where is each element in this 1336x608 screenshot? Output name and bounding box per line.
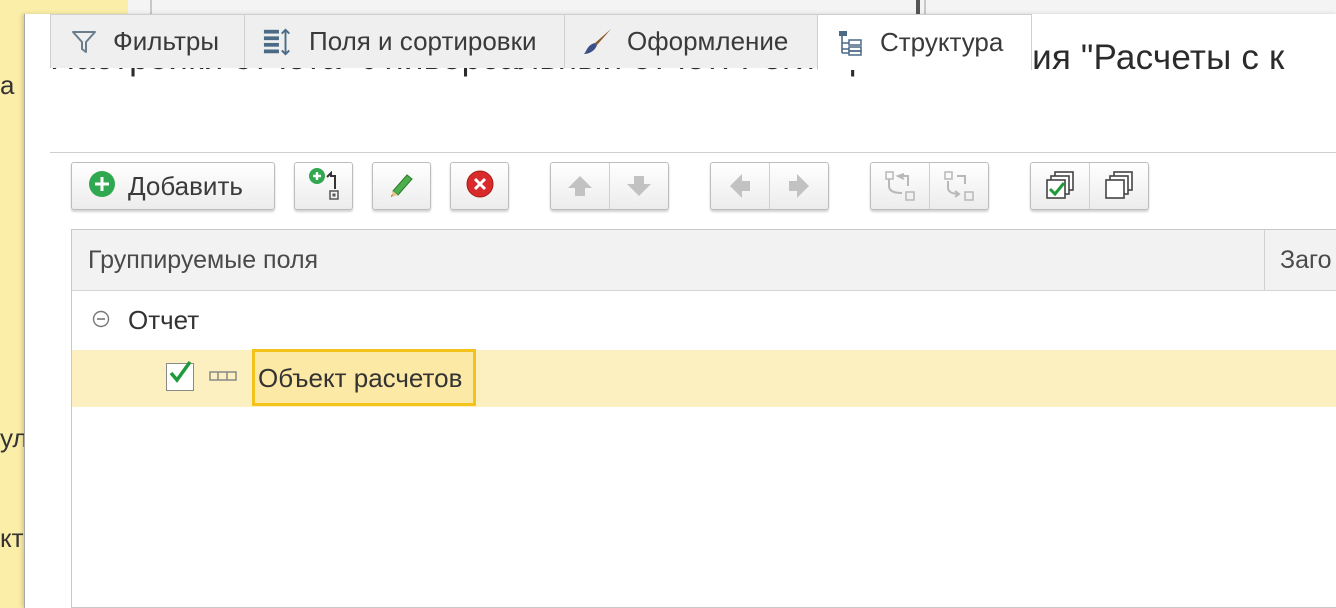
delete-button[interactable] — [450, 162, 509, 210]
uncheck-all-button[interactable] — [1089, 163, 1148, 209]
move-up-icon — [568, 176, 592, 196]
group-icon — [885, 171, 915, 201]
tab-appearance[interactable]: Оформление — [564, 14, 818, 68]
row-checkbox[interactable] — [166, 360, 194, 391]
table-row[interactable]: Отчет — [72, 291, 1336, 348]
add-button[interactable]: Добавить — [71, 162, 275, 210]
move-up-down-group — [550, 162, 669, 210]
tab-label: Фильтры — [113, 26, 220, 56]
check-uncheck-group — [1030, 162, 1149, 210]
structure-table: Группируемые поля Заго Отчет Объект расч… — [71, 229, 1336, 608]
move-left-button[interactable] — [711, 163, 769, 209]
add-icon — [88, 170, 116, 203]
uncheck-all-icon — [1105, 171, 1133, 199]
move-left-right-group — [710, 162, 829, 210]
tab-underline — [50, 152, 1336, 153]
edit-button[interactable] — [372, 162, 431, 210]
background-text-fragment: а — [0, 70, 15, 100]
add-grouping-button[interactable] — [294, 162, 353, 210]
add-button-label: Добавить — [128, 170, 243, 201]
tab-label: Поля и сортировки — [309, 26, 537, 56]
report-settings-dialog: Настройки отчета "Универсальный отчет: Р… — [24, 14, 1336, 608]
move-down-button[interactable] — [609, 163, 668, 209]
column-header-grouping-fields[interactable]: Группируемые поля — [88, 246, 318, 275]
tab-label: Оформление — [627, 26, 789, 56]
move-up-button[interactable] — [551, 163, 609, 209]
structure-tree-icon — [836, 28, 866, 58]
background-window-edge: а ул кти — [0, 0, 38, 608]
move-right-icon — [789, 174, 809, 198]
move-left-icon — [730, 174, 750, 198]
filter-icon — [69, 27, 99, 57]
add-grouping-icon — [307, 167, 341, 206]
table-header: Группируемые поля Заго — [72, 230, 1336, 291]
column-header-title[interactable]: Заго — [1280, 246, 1331, 275]
fields-sort-icon — [263, 27, 293, 57]
tab-structure[interactable]: Структура — [817, 14, 1032, 70]
collapse-icon[interactable] — [92, 310, 110, 328]
row-label: Отчет — [128, 305, 200, 335]
move-down-icon — [627, 176, 651, 196]
group-button[interactable] — [871, 163, 929, 209]
edit-icon — [387, 169, 417, 204]
brush-icon — [583, 27, 613, 57]
ungroup-icon — [944, 171, 974, 201]
field-icon — [209, 369, 237, 383]
move-right-button[interactable] — [769, 163, 828, 209]
tab-filters[interactable]: Фильтры — [50, 14, 245, 68]
background-window-header — [24, 0, 1336, 15]
group-ungroup-group — [870, 162, 989, 210]
delete-icon — [465, 169, 495, 204]
check-all-button[interactable] — [1031, 163, 1089, 209]
tab-fields-and-sorting[interactable]: Поля и сортировки — [244, 14, 565, 68]
row-label: Объект расчетов — [258, 363, 463, 393]
tab-label: Структура — [880, 27, 1004, 57]
table-row-selected[interactable]: Объект расчетов — [72, 349, 1336, 407]
ungroup-button[interactable] — [929, 163, 988, 209]
check-all-icon — [1046, 171, 1074, 199]
